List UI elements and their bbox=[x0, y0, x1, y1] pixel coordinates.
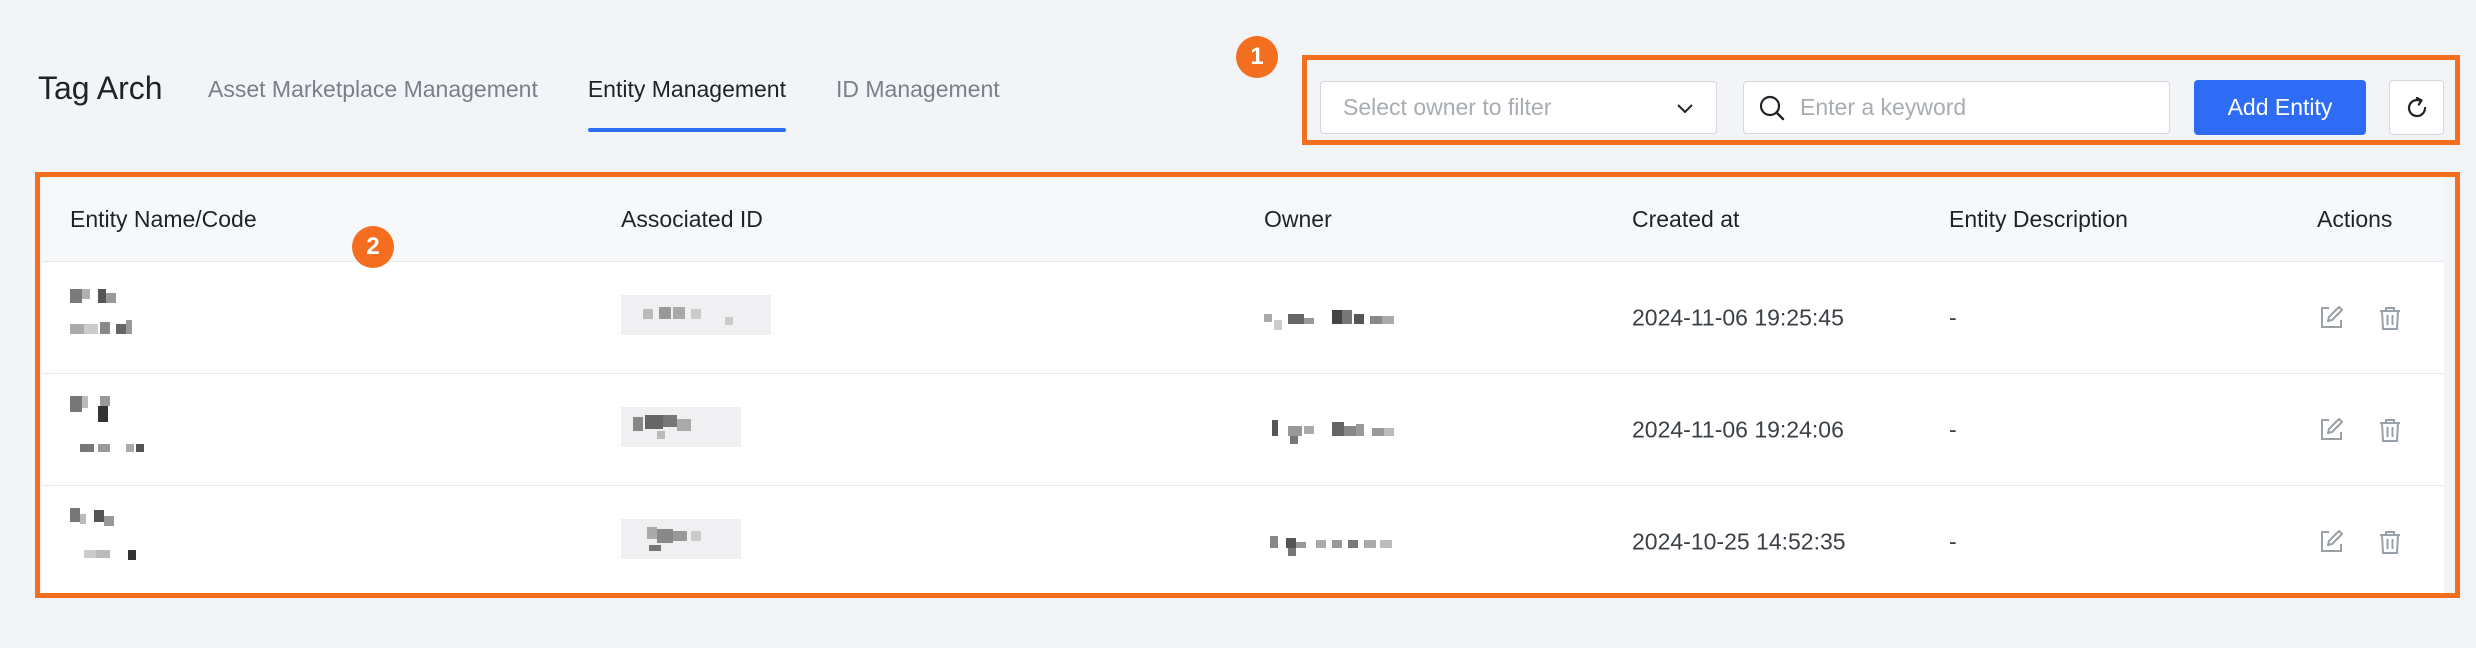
annotation-box-table bbox=[35, 172, 2460, 598]
annotation-marker: 2 bbox=[352, 226, 394, 268]
annotation-box-toolbar bbox=[1302, 55, 2460, 145]
app-title: Tag Arch bbox=[38, 70, 163, 106]
tab-id-management[interactable]: ID Management bbox=[836, 76, 1000, 103]
tab-asset-marketplace-management[interactable]: Asset Marketplace Management bbox=[208, 76, 538, 103]
top-tabs: Asset Marketplace Management Entity Mana… bbox=[208, 76, 1050, 132]
annotation-marker: 1 bbox=[1236, 36, 1278, 78]
tab-entity-management[interactable]: Entity Management bbox=[587, 76, 787, 132]
